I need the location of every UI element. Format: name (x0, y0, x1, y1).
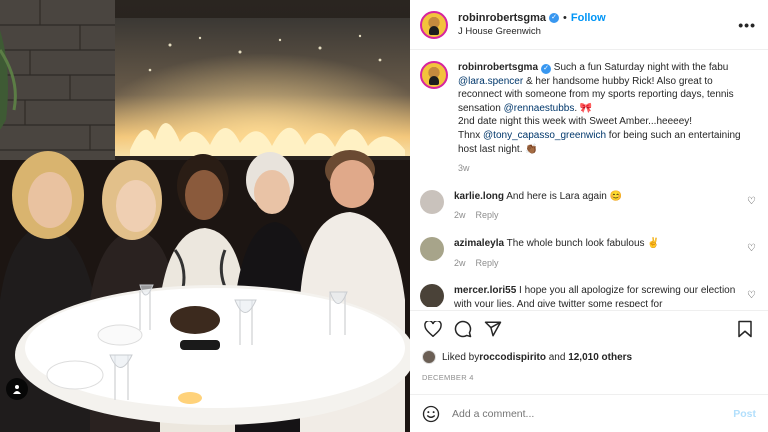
author-info: robinrobertsgma ✓ • Follow J House Green… (458, 12, 738, 37)
save-button[interactable] (734, 318, 756, 340)
share-button[interactable] (482, 318, 504, 340)
comment-bubble-icon (454, 320, 472, 337)
add-comment-input[interactable] (452, 407, 734, 420)
verified-badge-icon: ✓ (549, 13, 560, 23)
liker-username[interactable]: roccodispirito (479, 352, 546, 363)
emoji-icon[interactable] (422, 405, 440, 423)
likes-middle: and (545, 351, 569, 363)
comment-item: azimaleyla The whole bunch look fabulous… (420, 236, 756, 270)
likes-summary: Liked by roccodispirito and 12,010 other… (422, 350, 756, 364)
reply-button[interactable]: Reply (476, 210, 499, 220)
liker-avatar[interactable] (422, 350, 436, 364)
bookmark-icon (738, 320, 752, 337)
instagram-post: robinrobertsgma ✓ • Follow J House Green… (0, 0, 768, 432)
post-location[interactable]: J House Greenwich (458, 26, 738, 37)
like-comment-heart-icon[interactable]: ♡ (747, 290, 756, 301)
comment-item: karlie.long And here is Lara again 😊 2w R… (420, 189, 756, 223)
caption-text: Thnx (458, 129, 484, 141)
mention-link[interactable]: @tony_capasso_greenwich (483, 130, 606, 141)
caption-author[interactable]: robinrobertsgma (458, 62, 538, 73)
author-username[interactable]: robinrobertsgma (458, 12, 546, 24)
commenter-avatar[interactable] (420, 284, 444, 307)
post-photo[interactable] (0, 0, 410, 432)
caption-text: . 🎀 (574, 102, 593, 114)
more-options-icon[interactable]: ••• (738, 17, 756, 33)
heart-icon (424, 320, 442, 337)
post-caption: robinrobertsgma ✓ Such a fun Saturday nig… (420, 61, 756, 176)
mention-link[interactable]: @rennaestubbs (504, 103, 575, 114)
verified-badge-icon: ✓ (541, 64, 552, 74)
comment-button[interactable] (452, 318, 474, 340)
like-comment-heart-icon[interactable]: ♡ (747, 243, 756, 254)
post-header: robinrobertsgma ✓ • Follow J House Green… (410, 0, 768, 50)
person-icon (13, 385, 21, 394)
comment-text: And here is Lara again 😊 (504, 190, 623, 202)
reply-button[interactable]: Reply (476, 258, 499, 268)
comment-item: mercer.lori55 I hope you all apologize f… (420, 284, 756, 307)
author-avatar[interactable] (420, 10, 448, 39)
paper-plane-icon (484, 321, 502, 336)
like-button[interactable] (422, 318, 444, 340)
commenter-avatar[interactable] (420, 189, 444, 214)
commenter-username[interactable]: azimaleyla (454, 238, 504, 249)
mention-link[interactable]: @lara.spencer (458, 76, 523, 87)
comment-age: 2w (454, 210, 466, 221)
caption-body: robinrobertsgma ✓ Such a fun Saturday nig… (458, 61, 744, 176)
caption-text: 2nd date night this week with Sweet Ambe… (458, 116, 693, 128)
commenter-username[interactable]: karlie.long (454, 191, 504, 202)
caption-author-avatar[interactable] (420, 61, 448, 89)
commenter-avatar[interactable] (420, 236, 444, 261)
caption-text: Such a fun Saturday night with the fabu (551, 62, 729, 73)
separator-dot: • (563, 12, 567, 24)
caption-age: 3w (458, 163, 470, 174)
comment-age: 2w (454, 257, 466, 268)
tagged-users-button[interactable] (6, 378, 28, 400)
post-comment-button[interactable]: Post (733, 408, 756, 420)
likes-prefix: Liked by (442, 351, 480, 363)
post-side-panel: robinrobertsgma ✓ • Follow J House Green… (410, 0, 768, 432)
comment-text: The whole bunch look fabulous ✌️ (504, 237, 660, 249)
likes-count[interactable]: 12,010 others (568, 352, 632, 363)
commenter-username[interactable]: mercer.lori55 (454, 285, 516, 296)
add-comment-bar: Post (410, 394, 768, 432)
comments-list[interactable]: robinrobertsgma ✓ Such a fun Saturday nig… (410, 51, 768, 307)
group-dinner-photo (0, 0, 410, 432)
follow-button[interactable]: Follow (571, 12, 606, 24)
post-actions-bar (410, 310, 768, 346)
post-date: DECEMBER 4 (422, 373, 474, 382)
like-comment-heart-icon[interactable]: ♡ (747, 196, 756, 207)
